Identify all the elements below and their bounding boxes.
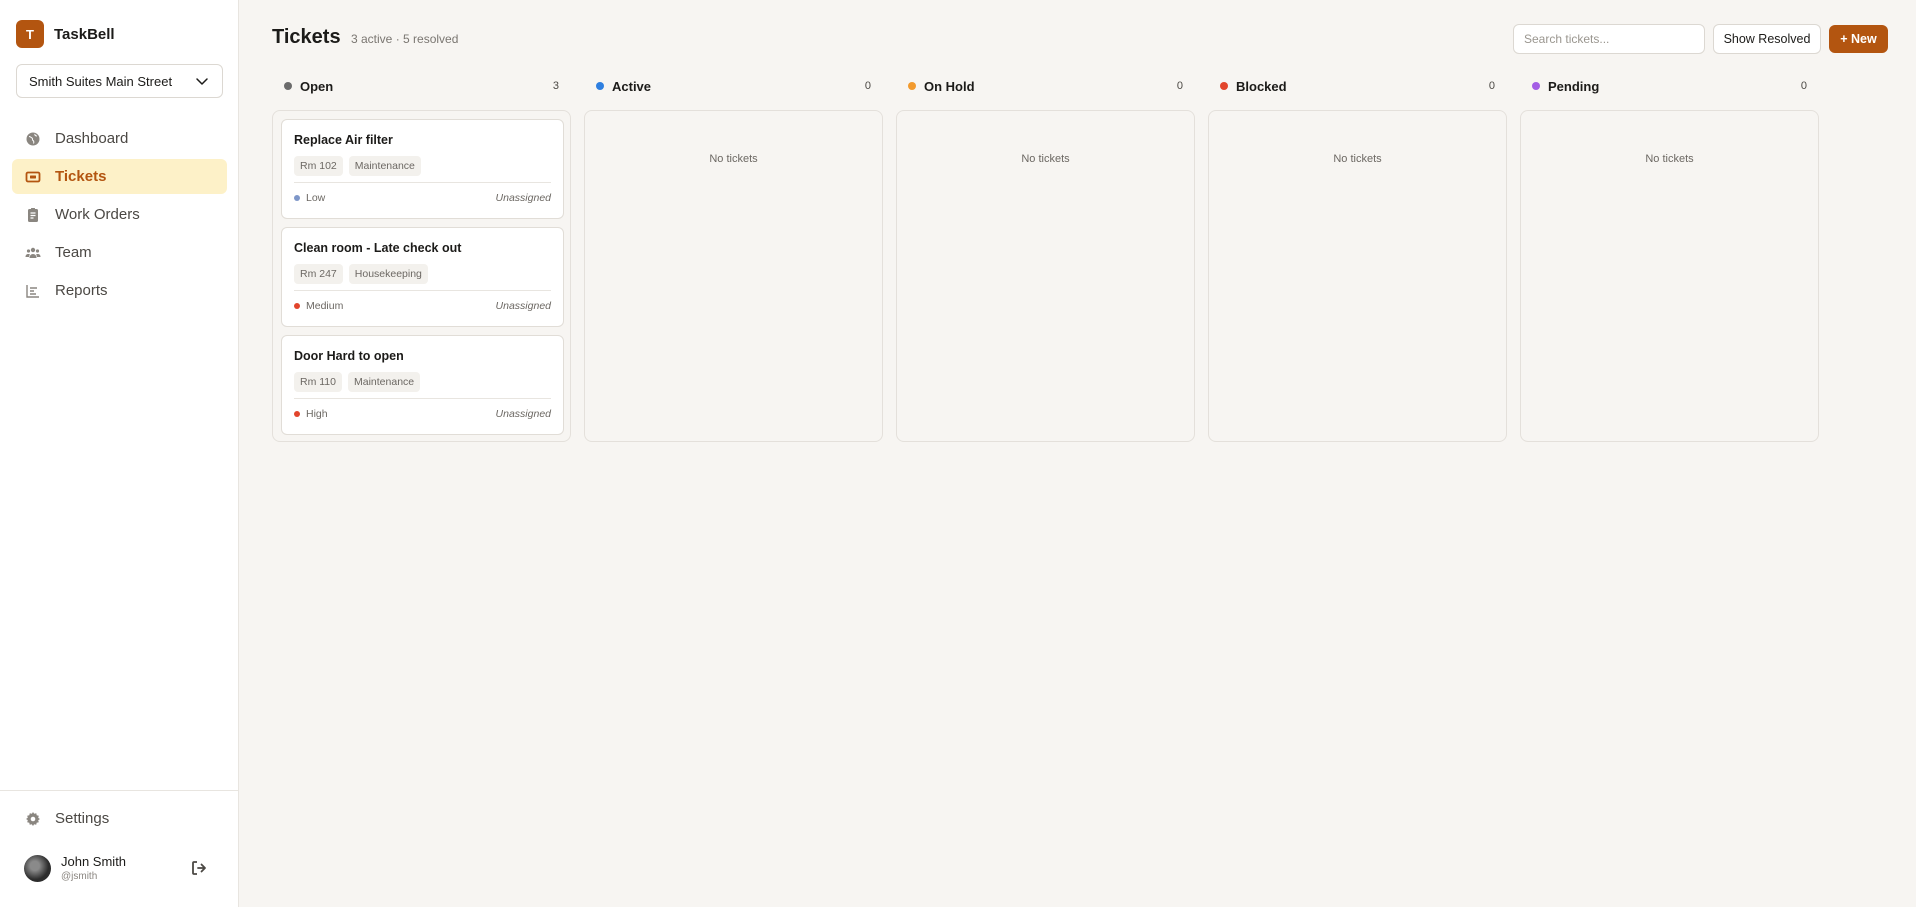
clipboard-icon	[25, 207, 41, 223]
column-title: Active	[612, 78, 652, 94]
status-dot	[1220, 82, 1228, 90]
status-dot	[1532, 82, 1540, 90]
avatar	[24, 854, 51, 882]
user-name: John Smith	[61, 854, 127, 869]
category-tag: Housekeeping	[348, 264, 428, 284]
column-count: 0	[1488, 80, 1495, 92]
priority-label: Medium	[306, 300, 344, 312]
ticket-title: Door Hard to open	[294, 349, 404, 363]
column-header: Open 3	[272, 78, 571, 94]
sidebar-divider	[0, 790, 239, 791]
priority-badge: High	[294, 408, 328, 420]
column-header: Blocked 0	[1208, 78, 1507, 94]
room-tag: Rm 102	[294, 156, 343, 176]
sidebar-item-label: Work Orders	[55, 206, 140, 223]
sidebar-item-label: Dashboard	[55, 130, 129, 147]
brand-name: TaskBell	[54, 25, 115, 43]
logout-icon[interactable]	[190, 859, 208, 877]
sidebar-item-label: Tickets	[55, 168, 107, 185]
sidebar-item-team[interactable]: Team	[12, 235, 227, 270]
column-count: 3	[552, 80, 559, 92]
location-select-value: Smith Suites Main Street	[29, 73, 173, 89]
sidebar: T TaskBell Smith Suites Main Street Dash…	[0, 0, 239, 907]
column-blocked: Blocked 0 No tickets	[1208, 78, 1507, 442]
brand[interactable]: T TaskBell	[16, 20, 115, 48]
show-resolved-button[interactable]: Show Resolved	[1713, 24, 1821, 54]
ticket-card[interactable]: Clean room - Late check out Rm 247 House…	[281, 227, 564, 327]
priority-dot	[294, 195, 300, 201]
priority-dot	[294, 303, 300, 309]
user-profile[interactable]: John Smith @jsmith	[24, 854, 126, 882]
column-title: Blocked	[1236, 78, 1287, 94]
column-title: Pending	[1548, 78, 1600, 94]
assignee-label: Unassigned	[495, 192, 551, 204]
column-body: No tickets	[584, 110, 883, 442]
column-title: On Hold	[924, 78, 975, 94]
column-header: Active 0	[584, 78, 883, 94]
column-body: No tickets	[896, 110, 1195, 442]
sidebar-item-label: Settings	[55, 810, 110, 827]
sidebar-item-tickets[interactable]: Tickets	[12, 159, 227, 194]
ticket-title: Replace Air filter	[294, 133, 393, 147]
assignee-label: Unassigned	[495, 300, 551, 312]
chevron-down-icon	[196, 78, 208, 85]
sidebar-item-reports[interactable]: Reports	[12, 273, 227, 308]
ticket-card[interactable]: Replace Air filter Rm 102 Maintenance Lo…	[281, 119, 564, 219]
priority-badge: Low	[294, 192, 325, 204]
empty-state: No tickets	[1333, 153, 1382, 165]
category-tag: Maintenance	[348, 372, 421, 392]
globe-icon	[25, 131, 41, 147]
empty-state: No tickets	[1021, 153, 1070, 165]
priority-label: Low	[306, 192, 326, 204]
page-title: Tickets	[272, 26, 341, 48]
status-dot	[908, 82, 916, 90]
sidebar-item-dashboard[interactable]: Dashboard	[12, 121, 227, 156]
ticket-title: Clean room - Late check out	[294, 241, 462, 255]
priority-badge: Medium	[294, 300, 343, 312]
location-select[interactable]: Smith Suites Main Street	[16, 64, 223, 98]
sidebar-nav: Dashboard Tickets Work Orders Team Repor…	[12, 121, 227, 311]
bar-chart-icon	[25, 283, 41, 299]
priority-label: High	[306, 408, 328, 420]
sidebar-item-settings[interactable]: Settings	[25, 810, 109, 827]
assignee-label: Unassigned	[495, 408, 551, 420]
users-icon	[25, 245, 41, 261]
brand-logo: T	[16, 20, 44, 48]
card-divider	[294, 398, 551, 399]
sidebar-item-work-orders[interactable]: Work Orders	[12, 197, 227, 232]
card-divider	[294, 182, 551, 183]
room-tag: Rm 247	[294, 264, 343, 284]
category-tag: Maintenance	[348, 156, 421, 176]
empty-state: No tickets	[1645, 153, 1694, 165]
column-body: Replace Air filter Rm 102 Maintenance Lo…	[272, 110, 571, 442]
column-count: 0	[864, 80, 871, 92]
search-input[interactable]	[1513, 24, 1705, 54]
status-dot	[596, 82, 604, 90]
room-tag: Rm 110	[294, 372, 342, 392]
column-header: Pending 0	[1520, 78, 1819, 94]
card-divider	[294, 290, 551, 291]
column-count: 0	[1176, 80, 1183, 92]
priority-dot	[294, 411, 300, 417]
ticket-card[interactable]: Door Hard to open Rm 110 Maintenance Hig…	[281, 335, 564, 435]
column-count: 0	[1800, 80, 1807, 92]
status-dot	[284, 82, 292, 90]
sidebar-item-label: Reports	[55, 282, 108, 299]
column-body: No tickets	[1520, 110, 1819, 442]
new-ticket-button[interactable]: + New	[1829, 25, 1888, 53]
user-handle: @jsmith	[61, 871, 98, 882]
empty-state: No tickets	[709, 153, 758, 165]
sidebar-item-label: Team	[55, 244, 92, 261]
column-active: Active 0 No tickets	[584, 78, 883, 442]
ticket-summary: 3 active · 5 resolved	[351, 32, 459, 46]
column-title: Open	[300, 78, 334, 94]
column-open: Open 3 Replace Air filter Rm 102 Mainten…	[272, 78, 571, 442]
column-on-hold: On Hold 0 No tickets	[896, 78, 1195, 442]
column-pending: Pending 0 No tickets	[1520, 78, 1819, 442]
ticket-icon	[25, 169, 41, 185]
gear-icon	[25, 811, 41, 827]
column-header: On Hold 0	[896, 78, 1195, 94]
column-body: No tickets	[1208, 110, 1507, 442]
